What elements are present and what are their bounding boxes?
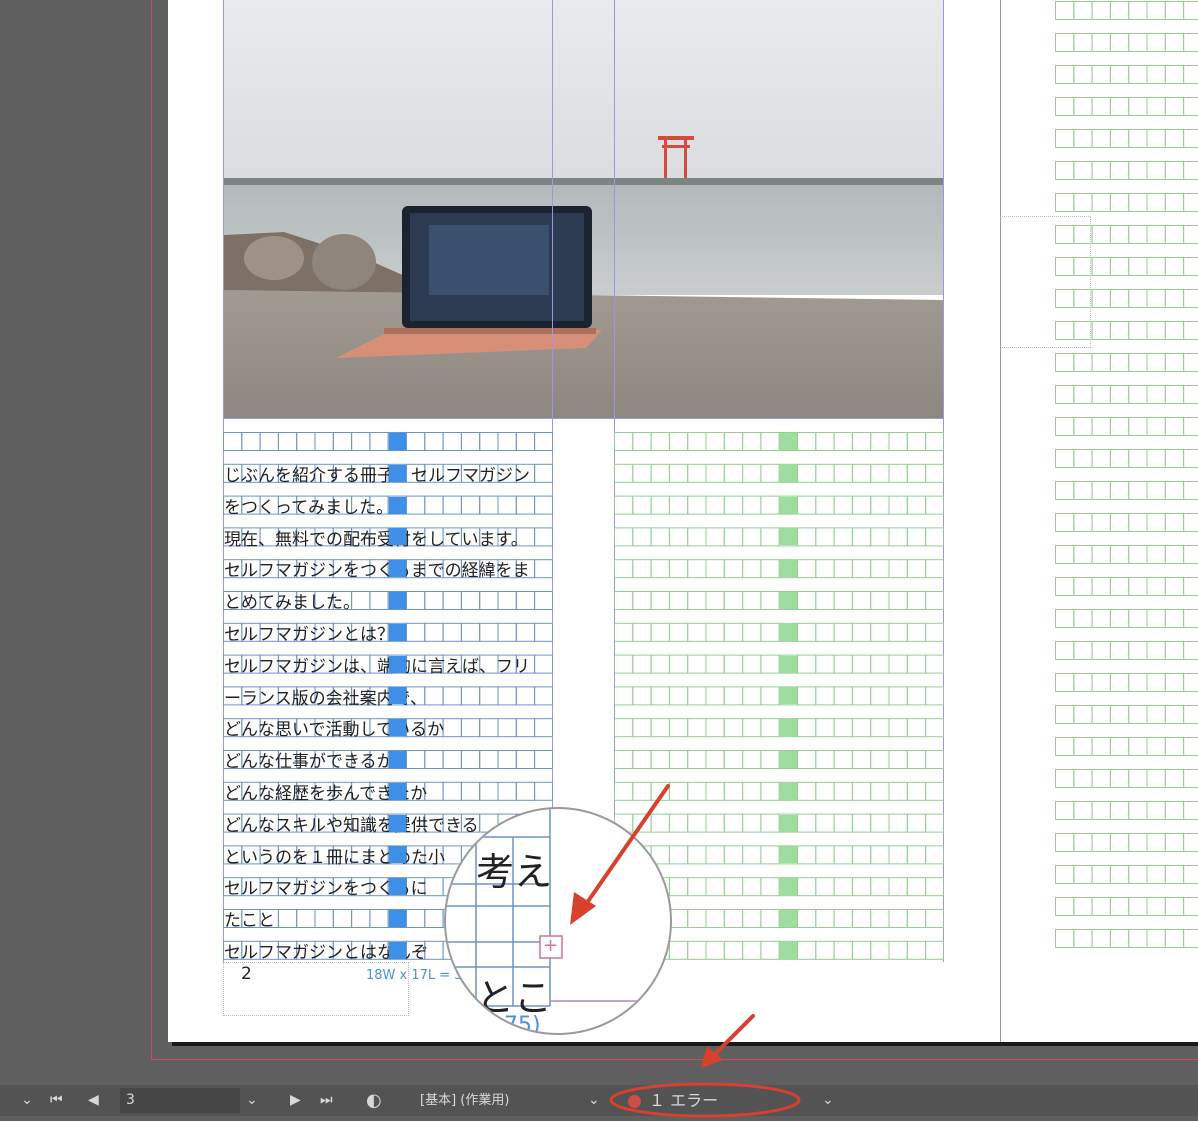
grid-center-cell xyxy=(388,464,406,482)
spine-line xyxy=(1000,0,1001,1042)
magnifier-char-3: ら xyxy=(446,967,476,1022)
grid-center-cell xyxy=(779,464,797,482)
text-line[interactable]: セルフマガジンは、端的に言えば、フリ xyxy=(224,653,530,681)
text-line[interactable]: をつくってみました。 xyxy=(224,494,393,522)
page-number-field[interactable]: 3 xyxy=(120,1088,240,1113)
grid-center-cell xyxy=(388,846,406,864)
grid-center-cell xyxy=(779,560,797,578)
text-line[interactable]: 現在、無料での配布受付をしています。 xyxy=(224,526,528,554)
next-page-icon[interactable]: ▶ xyxy=(290,1085,301,1116)
text-line[interactable]: じぶんを紹介する冊子、セルフマガジン xyxy=(224,462,530,490)
grid-center-cell xyxy=(388,655,406,673)
text-line[interactable]: セルフマガジンとは？ xyxy=(224,621,394,649)
pasteboard: じぶんを紹介する冊子、セルフマガジン をつくってみました。現在、無料での配布受付を… xyxy=(0,0,1198,1085)
text-line[interactable]: たこと xyxy=(224,907,275,935)
grid-center-cell xyxy=(779,782,797,800)
text-line[interactable]: どんなスキルや知識を提供できる xyxy=(224,812,479,840)
grid-center-cell xyxy=(779,814,797,832)
grid-center-cell xyxy=(388,782,406,800)
first-page-icon[interactable]: ⏮ xyxy=(50,1085,63,1116)
text-line[interactable]: とめてみました。 xyxy=(224,589,360,617)
profile-dropdown-chevron-icon[interactable]: ⌄ xyxy=(588,1085,600,1116)
previous-page-icon[interactable]: ◀ xyxy=(88,1085,99,1116)
grid-center-cell xyxy=(388,687,406,705)
overflow-marker-icon[interactable]: + xyxy=(543,937,558,955)
grid-center-cell xyxy=(779,655,797,673)
preflight-menu-chevron-icon[interactable]: ⌄ xyxy=(822,1085,834,1116)
placed-photo[interactable] xyxy=(224,0,943,418)
grid-center-cell xyxy=(779,433,797,450)
annotation-arrow-icon xyxy=(570,784,670,925)
last-page-icon[interactable]: ⏭ xyxy=(320,1085,333,1116)
magnifier-char-1: 考 xyxy=(476,850,515,894)
grid-center-cell xyxy=(779,528,797,546)
grid-center-cell xyxy=(388,751,406,768)
grid-center-cell xyxy=(779,751,797,768)
grid-center-cell xyxy=(388,592,406,609)
grid-center-cell xyxy=(779,592,797,609)
grid-center-cell xyxy=(779,846,797,864)
status-bar: ⌄ ⏮ ◀ 3 ⌄ ▶ ⏭ ◐ [基本] (作業用) ⌄ １ エラー ⌄ xyxy=(0,1082,1198,1118)
grid-center-cell xyxy=(388,878,406,896)
grid-center-cell xyxy=(779,719,797,737)
photo-image xyxy=(224,0,943,418)
zoom-dropdown-chevron-icon[interactable]: ⌄ xyxy=(18,1085,36,1116)
grid-center-cell xyxy=(388,814,406,832)
grid-center-cell xyxy=(388,528,406,546)
text-line[interactable]: セルフマガジンをつくるまでの経緯をま xyxy=(224,557,530,585)
text-line[interactable]: どんな思いで活動しているか xyxy=(224,716,444,744)
right-frame-grid xyxy=(1055,1,1198,948)
page-dropdown-chevron-icon[interactable]: ⌄ xyxy=(246,1085,258,1116)
text-line[interactable]: どんな仕事ができるか xyxy=(224,748,394,776)
annotation-arrow-icon xyxy=(701,1014,755,1068)
grid-center-cell xyxy=(388,910,406,927)
grid-center-cell xyxy=(388,719,406,737)
magnifier-char-2: え xyxy=(514,850,553,894)
magnifier-partial-text: 75) xyxy=(504,1013,541,1035)
grid-center-cell xyxy=(388,496,406,514)
preflight-profile-icon[interactable]: ◐ xyxy=(366,1085,382,1116)
grid-center-cell xyxy=(388,941,406,959)
grid-center-cell xyxy=(779,878,797,896)
grid-center-cell xyxy=(779,687,797,705)
grid-center-cell xyxy=(779,496,797,514)
grid-center-cell xyxy=(779,910,797,927)
grid-center-cell xyxy=(779,623,797,641)
grid-center-cell xyxy=(388,433,406,450)
text-line[interactable]: というのを１冊にまとめた小 xyxy=(224,844,445,872)
annotation-ellipse xyxy=(609,1082,801,1118)
grid-center-cell xyxy=(388,560,406,578)
photo-bottom-guide xyxy=(223,418,944,419)
grid-center-cell xyxy=(388,623,406,641)
preflight-profile-label[interactable]: [基本] (作業用) xyxy=(420,1085,509,1116)
right-dotted-frame xyxy=(1002,216,1091,348)
grid-center-cell xyxy=(779,941,797,959)
